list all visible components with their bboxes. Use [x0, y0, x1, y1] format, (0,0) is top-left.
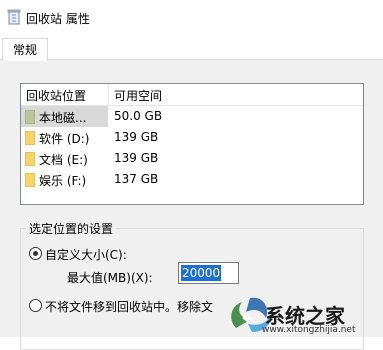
folder-icon	[25, 173, 35, 187]
free-space: 139 GB	[114, 151, 159, 165]
radio-selected-dot	[33, 251, 38, 256]
free-space: 139 GB	[114, 130, 159, 144]
recycle-bin-icon	[7, 9, 21, 25]
location-list[interactable]: 回收站位置 可用空间 本地磁... 50.0 GB 软件 (D:) 139 GB…	[20, 83, 364, 205]
no-move-label[interactable]: 不将文件移到回收站中。移除文	[45, 298, 213, 315]
watermark-url: www.xitongzhijia.net	[262, 325, 356, 335]
folder-icon	[25, 152, 35, 166]
no-move-radio[interactable]	[29, 299, 42, 312]
custom-size-radio[interactable]	[29, 247, 42, 260]
list-item[interactable]: 本地磁... 50.0 GB	[21, 106, 363, 127]
custom-size-label[interactable]: 自定义大小(C):	[45, 246, 127, 263]
folder-icon	[25, 131, 35, 145]
list-header: 回收站位置 可用空间	[21, 84, 363, 106]
tab-general[interactable]: 常规	[2, 38, 48, 61]
column-header-free-space[interactable]: 可用空间	[114, 87, 162, 104]
max-size-value: 20000	[181, 265, 222, 281]
max-size-input[interactable]: 20000	[178, 262, 239, 284]
location-name: 软件 (D:)	[39, 132, 90, 146]
title-bar: 回收站 属性	[0, 0, 383, 34]
column-header-location[interactable]: 回收站位置	[26, 87, 86, 104]
drive-icon	[25, 110, 35, 124]
location-name: 本地磁...	[39, 111, 87, 125]
tab-strip: 常规	[0, 34, 383, 61]
column-separator[interactable]	[108, 84, 109, 105]
max-size-label: 最大值(MB)(X):	[67, 271, 153, 285]
list-item[interactable]: 文档 (E:) 139 GB	[21, 148, 363, 169]
free-space: 137 GB	[114, 172, 159, 186]
location-name: 娱乐 (F:)	[39, 174, 87, 188]
window-title: 回收站 属性	[26, 12, 90, 26]
settings-group-title: 选定位置的设置	[26, 220, 117, 237]
location-name: 文档 (E:)	[39, 153, 88, 167]
list-item[interactable]: 软件 (D:) 139 GB	[21, 127, 363, 148]
list-item[interactable]: 娱乐 (F:) 137 GB	[21, 169, 363, 190]
free-space: 50.0 GB	[114, 109, 163, 123]
